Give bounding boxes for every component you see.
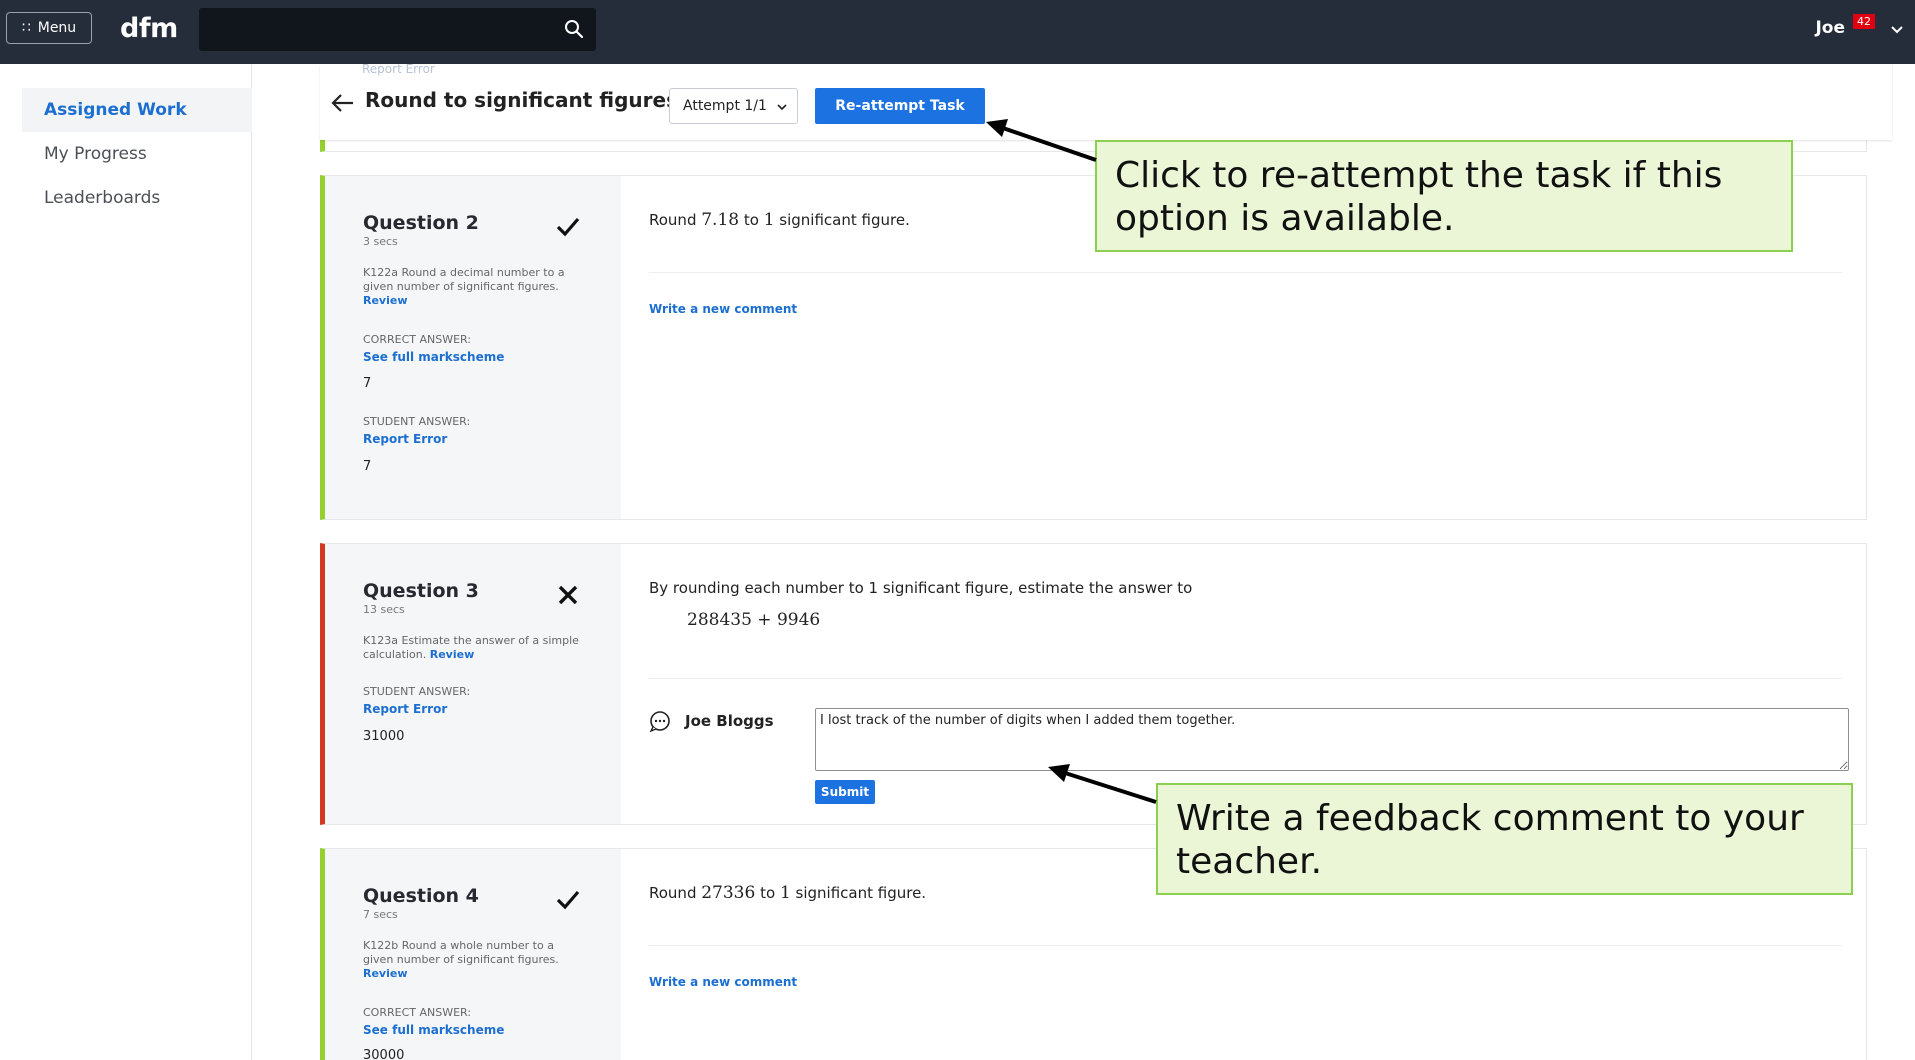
commenter-name: Joe Bloggs xyxy=(685,712,774,730)
student-answer-label: STUDENT ANSWER: xyxy=(363,415,471,428)
reattempt-callout: Click to re-attempt the task if this opt… xyxy=(1095,140,1793,252)
attempt-select-value: Attempt 1/1 xyxy=(683,98,767,114)
question-title: Question 2 xyxy=(363,212,479,234)
menu-button-label: Menu xyxy=(37,20,77,36)
question-text: Round 27336 to 1 significant figure. xyxy=(649,883,926,903)
task-header: Round to significant figures Attempt 1/1… xyxy=(320,64,1892,140)
comment-textarea[interactable]: I lost track of the number of digits whe… xyxy=(815,708,1849,771)
skill-text: K122a Round a decimal number to a given … xyxy=(363,266,565,293)
chat-bubble-icon xyxy=(649,711,670,732)
divider xyxy=(649,678,1842,679)
question-text-part: Round xyxy=(649,211,702,229)
report-error-link[interactable]: Report Error xyxy=(363,432,447,446)
question-title: Question 4 xyxy=(363,885,479,907)
callout-arrow-icon xyxy=(986,119,1097,162)
correct-answer-label: CORRECT ANSWER: xyxy=(363,1006,472,1019)
markscheme-link[interactable]: See full markscheme xyxy=(363,350,504,364)
question-text-part: significant figure. xyxy=(790,884,927,902)
correct-answer-value: 30000 xyxy=(363,1048,405,1060)
chevron-down-icon[interactable] xyxy=(1889,22,1905,38)
sidebar: Assigned Work My Progress Leaderboards xyxy=(0,64,252,1060)
checkmark-icon xyxy=(556,890,580,910)
question-info-panel: Question 3 13 secs K123a Estimate the an… xyxy=(325,544,621,824)
review-link[interactable]: Review xyxy=(363,967,408,980)
question-text-part: to xyxy=(739,211,764,229)
question-text: Round 7.18 to 1 significant figure. xyxy=(649,210,910,230)
math-value: 27336 xyxy=(701,883,756,903)
question-text-part: to xyxy=(755,884,780,902)
review-link[interactable]: Review xyxy=(430,648,475,661)
sidebar-item-assigned-work[interactable]: Assigned Work xyxy=(22,88,252,132)
skill-description: K123a Estimate the answer of a simple ca… xyxy=(363,634,583,662)
write-comment-link[interactable]: Write a new comment xyxy=(649,975,797,989)
attempt-select[interactable]: Attempt 1/1 xyxy=(669,88,798,124)
question-text-part: significant figure. xyxy=(774,211,910,229)
question-text: By rounding each number to 1 significant… xyxy=(649,579,1193,597)
write-comment-link[interactable]: Write a new comment xyxy=(649,302,797,316)
search-icon[interactable] xyxy=(564,19,584,39)
question-time: 7 secs xyxy=(363,908,398,921)
math-expression: 288435 + 9946 xyxy=(687,610,821,630)
correct-answer-label: CORRECT ANSWER: xyxy=(363,333,472,346)
reattempt-task-button[interactable]: Re-attempt Task xyxy=(815,88,985,124)
markscheme-link[interactable]: See full markscheme xyxy=(363,1023,504,1037)
chevron-down-icon xyxy=(777,104,787,111)
question-title: Question 3 xyxy=(363,580,479,602)
report-error-link[interactable]: Report Error xyxy=(363,702,447,716)
correct-answer-value: 7 xyxy=(363,376,372,391)
question-time: 13 secs xyxy=(363,603,405,616)
review-link[interactable]: Review xyxy=(363,294,408,307)
app-logo[interactable]: dfm xyxy=(120,13,178,44)
divider xyxy=(649,272,1842,273)
math-value: 1 xyxy=(763,210,775,230)
math-value: 1 xyxy=(779,883,791,903)
math-value: 7.18 xyxy=(701,210,740,230)
question-info-panel: Question 2 3 secs K122a Round a decimal … xyxy=(325,176,621,519)
divider xyxy=(649,945,1842,946)
grid-dots-icon: ∷ xyxy=(21,20,32,36)
feedback-callout: Write a feedback comment to your teacher… xyxy=(1156,783,1853,895)
checkmark-icon xyxy=(556,217,580,237)
skill-description: K122a Round a decimal number to a given … xyxy=(363,266,583,308)
question-time: 3 secs xyxy=(363,235,398,248)
question-text-part: Round xyxy=(649,884,702,902)
cross-icon xyxy=(558,585,578,605)
notification-badge[interactable]: 42 xyxy=(1853,14,1875,29)
menu-button[interactable]: ∷ Menu xyxy=(6,12,92,44)
task-title: Round to significant figures xyxy=(365,88,678,112)
sidebar-item-leaderboards[interactable]: Leaderboards xyxy=(22,176,252,220)
top-navbar: ∷ Menu dfm Joe 42 xyxy=(0,0,1915,64)
sidebar-item-my-progress[interactable]: My Progress xyxy=(22,132,252,176)
skill-description: K122b Round a whole number to a given nu… xyxy=(363,939,583,981)
callout-arrow-icon xyxy=(1048,764,1157,804)
submit-button[interactable]: Submit xyxy=(815,780,875,804)
student-answer-value: 7 xyxy=(363,459,372,474)
skill-text: K122b Round a whole number to a given nu… xyxy=(363,939,559,966)
student-answer-value: 31000 xyxy=(363,729,405,744)
student-answer-label: STUDENT ANSWER: xyxy=(363,685,471,698)
back-arrow-icon[interactable] xyxy=(330,90,356,116)
faded-report-error: Report Error xyxy=(362,62,435,76)
search-bar[interactable] xyxy=(199,8,596,51)
user-name[interactable]: Joe xyxy=(1815,18,1845,38)
question-info-panel: Question 4 7 secs K122b Round a whole nu… xyxy=(325,849,621,1060)
